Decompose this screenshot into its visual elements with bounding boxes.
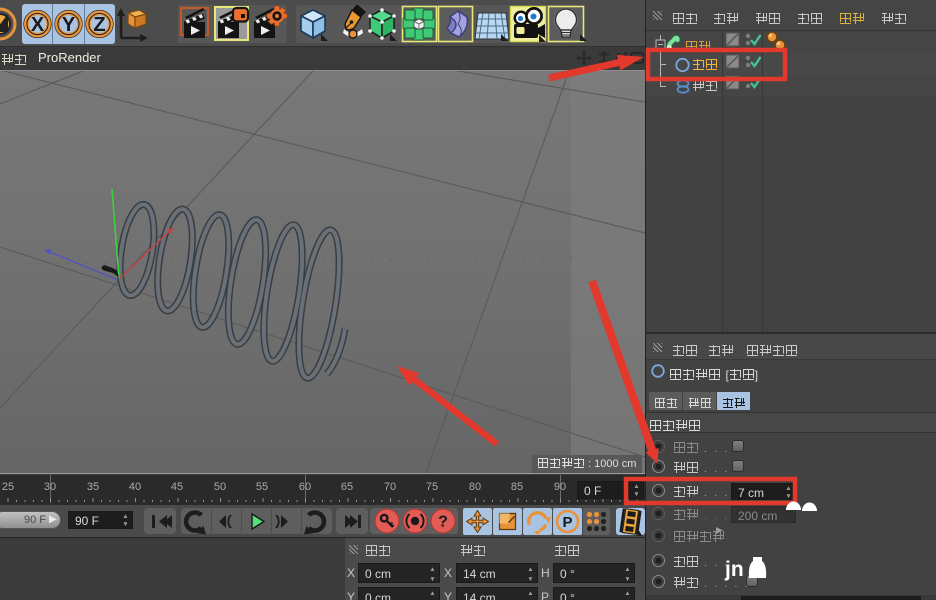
svg-text:25: 25 [2, 481, 14, 493]
svg-text:55: 55 [256, 481, 268, 493]
svg-text:70: 70 [384, 481, 396, 493]
svg-text:Y: Y [62, 14, 76, 36]
svg-text:65: 65 [341, 481, 353, 493]
svg-text:50: 50 [214, 481, 226, 493]
svg-text:80: 80 [469, 481, 481, 493]
svg-text:?: ? [438, 514, 448, 531]
svg-text:Z: Z [93, 14, 105, 36]
svg-text:35: 35 [87, 481, 99, 493]
svg-text:40: 40 [129, 481, 141, 493]
svg-text:85: 85 [511, 481, 523, 493]
svg-text:P: P [562, 514, 572, 531]
svg-text:75: 75 [426, 481, 438, 493]
svg-text:X: X [31, 14, 45, 36]
svg-text:45: 45 [171, 481, 183, 493]
